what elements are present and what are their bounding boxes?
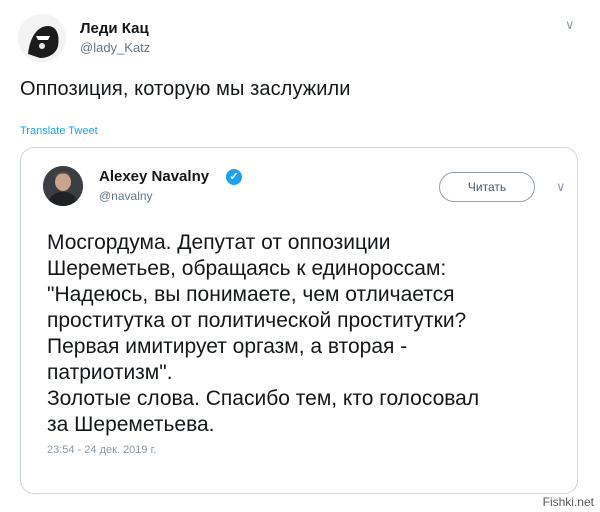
quoted-text-line: патриотизм".	[47, 361, 173, 384]
quoted-tweet-text: Мосгордума. Депутат от оппозиции Шеремет…	[47, 230, 567, 438]
quoted-text-line: за Шереметьева.	[47, 413, 215, 436]
quoted-avatar-image	[43, 166, 83, 206]
quoted-text-line: Шереметьев, обращаясь к единороссам:	[47, 257, 447, 280]
tweet-text: Оппозиция, которую мы заслужили	[20, 78, 351, 100]
watermark: Fishki.net	[542, 495, 594, 509]
quoted-tweet-card[interactable]: Alexey Navalny ✓ @navalny Читать ∨ Мосго…	[20, 147, 578, 494]
verified-badge-icon: ✓	[226, 169, 242, 185]
chevron-down-icon[interactable]: ∨	[565, 18, 575, 31]
avatar-image	[18, 14, 66, 62]
quoted-text-line: проститутка от политической проститутки?	[47, 309, 467, 332]
quoted-text-line: Золотые слова. Спасибо тем, кто голосова…	[47, 387, 480, 410]
author-name[interactable]: Леди Кац	[80, 20, 149, 37]
avatar[interactable]	[18, 14, 66, 62]
translate-tweet-link[interactable]: Translate Tweet	[20, 125, 98, 137]
author-handle[interactable]: @lady_Katz	[80, 40, 150, 55]
quoted-text-line: "Надеюсь, вы понимаете, чем отличается	[47, 283, 455, 306]
quoted-author-name[interactable]: Alexey Navalny	[99, 168, 209, 185]
quoted-text-line: Первая имитирует оргазм, а вторая -	[47, 335, 408, 358]
quoted-author-handle[interactable]: @navalny	[99, 189, 153, 203]
quoted-timestamp[interactable]: 23:54 - 24 дек. 2019 г.	[47, 444, 156, 456]
quoted-avatar[interactable]	[43, 166, 83, 206]
quoted-text-line: Мосгордума. Депутат от оппозиции	[47, 231, 391, 254]
chevron-down-icon[interactable]: ∨	[556, 180, 566, 193]
follow-button[interactable]: Читать	[439, 172, 535, 202]
